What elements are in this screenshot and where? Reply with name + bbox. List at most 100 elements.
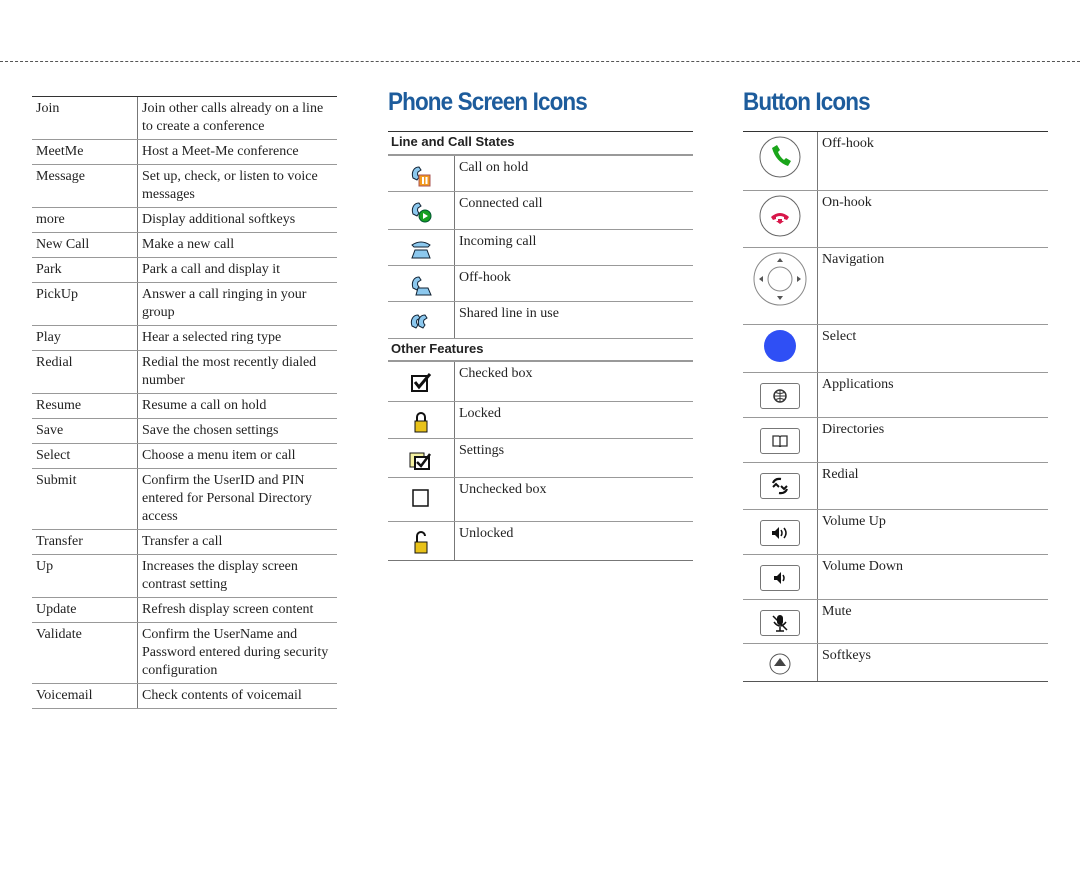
locked-icon	[388, 402, 455, 438]
icon-label: Locked	[459, 406, 501, 421]
icon-row: Settings	[388, 438, 693, 477]
softkey-description: Increases the display screen contrast se…	[142, 559, 298, 592]
directories-button-icon	[743, 418, 818, 462]
button-icon-row: Softkeys	[743, 643, 1048, 682]
volume-down-button-icon	[743, 555, 818, 599]
softkey-description: Hear a selected ring type	[142, 330, 282, 345]
select-button-icon	[743, 325, 818, 372]
on-hook-button-icon	[743, 191, 818, 247]
icon-row: Call on hold	[388, 155, 693, 191]
button-label: Applications	[822, 377, 894, 392]
softkey-name: Play	[32, 326, 138, 350]
softkeys-button-icon	[743, 644, 818, 681]
settings-icon	[388, 439, 455, 477]
softkey-name: Voicemail	[32, 684, 138, 708]
softkey-name: Transfer	[32, 530, 138, 554]
softkey-name: New Call	[32, 233, 138, 257]
line-call-states-header: Line and Call States	[388, 132, 693, 155]
softkey-name: Up	[32, 555, 138, 597]
softkey-description: Host a Meet-Me conference	[142, 144, 299, 159]
off-hook-button-icon	[743, 132, 818, 190]
icon-label: Unlocked	[459, 526, 514, 541]
button-label: Directories	[822, 422, 885, 437]
cut-line	[0, 61, 1080, 62]
icon-label: Off-hook	[459, 270, 511, 285]
icon-label: Shared line in use	[459, 306, 559, 321]
softkey-row: Park Park a call and display it	[32, 257, 337, 282]
softkey-row: Join Join other calls already on a line t…	[32, 97, 337, 139]
softkey-name: Update	[32, 598, 138, 622]
softkey-description: Park a call and display it	[142, 262, 281, 277]
button-icon-row: Off-hook	[743, 132, 1048, 190]
softkey-row: PickUp Answer a call ringing in your grou…	[32, 282, 337, 325]
icon-row: Shared line in use	[388, 301, 693, 338]
icon-label: Checked box	[459, 366, 533, 381]
softkey-name: MeetMe	[32, 140, 138, 164]
button-label: Redial	[822, 467, 859, 482]
softkey-row: Validate Confirm the UserName and Passwor…	[32, 622, 337, 683]
button-label: Softkeys	[822, 648, 871, 663]
icon-row: Locked	[388, 401, 693, 438]
button-icon-row: Navigation	[743, 247, 1048, 324]
shared-line-icon	[388, 302, 455, 338]
off-hook-icon	[388, 266, 455, 301]
softkey-row: Redial Redial the most recently dialed nu…	[32, 350, 337, 393]
softkey-row: Voicemail Check contents of voicemail	[32, 683, 337, 709]
mute-button-icon	[743, 600, 818, 643]
softkey-name: Submit	[32, 469, 138, 529]
softkey-row: Play Hear a selected ring type	[32, 325, 337, 350]
phone-screen-icons-title: Phone Screen Icons	[388, 88, 588, 116]
icon-row: Unchecked box	[388, 477, 693, 521]
button-icon-row: Volume Up	[743, 509, 1048, 554]
softkey-row: Message Set up, check, or listen to voice…	[32, 164, 337, 207]
incoming-call-icon	[388, 230, 455, 265]
softkey-description: Check contents of voicemail	[142, 688, 302, 703]
icon-row: Off-hook	[388, 265, 693, 301]
softkey-description: Resume a call on hold	[142, 398, 267, 413]
softkey-description: Transfer a call	[142, 534, 223, 549]
button-label: Mute	[822, 604, 852, 619]
softkey-description: Confirm the UserID and PIN entered for P…	[142, 473, 312, 524]
softkey-row: MeetMe Host a Meet-Me conference	[32, 139, 337, 164]
softkey-row: New Call Make a new call	[32, 232, 337, 257]
unchecked-box-icon	[388, 478, 455, 521]
connected-call-icon	[388, 192, 455, 229]
button-icon-row: Volume Down	[743, 554, 1048, 599]
button-label: Off-hook	[822, 136, 874, 151]
button-icon-row: Applications	[743, 372, 1048, 417]
button-label: Volume Up	[822, 514, 886, 529]
button-icon-row: Select	[743, 324, 1048, 372]
button-label: Select	[822, 329, 857, 344]
softkey-name: Park	[32, 258, 138, 282]
softkey-description: Set up, check, or listen to voice messag…	[142, 169, 318, 202]
icon-row: Unlocked	[388, 521, 693, 561]
button-icon-row: Mute	[743, 599, 1048, 643]
softkey-row: Resume Resume a call on hold	[32, 393, 337, 418]
other-features-header: Other Features	[388, 338, 693, 361]
button-icons-table: Off-hook On-hook Navigation Select Applicati…	[743, 131, 1048, 682]
softkey-description: Answer a call ringing in your group	[142, 287, 307, 320]
softkey-name: Select	[32, 444, 138, 468]
button-icon-row: On-hook	[743, 190, 1048, 247]
softkey-name: Join	[32, 97, 138, 139]
softkey-row: Submit Confirm the UserID and PIN entered…	[32, 468, 337, 529]
softkey-name: PickUp	[32, 283, 138, 325]
softkey-row: more Display additional softkeys	[32, 207, 337, 232]
button-icons-title: Button Icons	[743, 88, 871, 116]
icon-label: Connected call	[459, 196, 543, 211]
softkey-name: Resume	[32, 394, 138, 418]
checked-box-icon	[388, 362, 455, 401]
unlocked-icon	[388, 522, 455, 560]
softkey-name: Save	[32, 419, 138, 443]
softkey-description: Refresh display screen content	[142, 602, 314, 617]
phone-screen-icons-table: Line and Call States Call on hold Connecte…	[388, 131, 693, 561]
icon-label: Unchecked box	[459, 482, 547, 497]
softkey-name: Redial	[32, 351, 138, 393]
softkey-description: Display additional softkeys	[142, 212, 296, 227]
softkey-description: Make a new call	[142, 237, 235, 252]
icon-label: Incoming call	[459, 234, 537, 249]
button-icon-row: Directories	[743, 417, 1048, 462]
softkey-description: Choose a menu item or call	[142, 448, 296, 463]
softkey-description: Confirm the UserName and Password entere…	[142, 627, 329, 678]
softkeys-table: Join Join other calls already on a line t…	[32, 96, 337, 709]
